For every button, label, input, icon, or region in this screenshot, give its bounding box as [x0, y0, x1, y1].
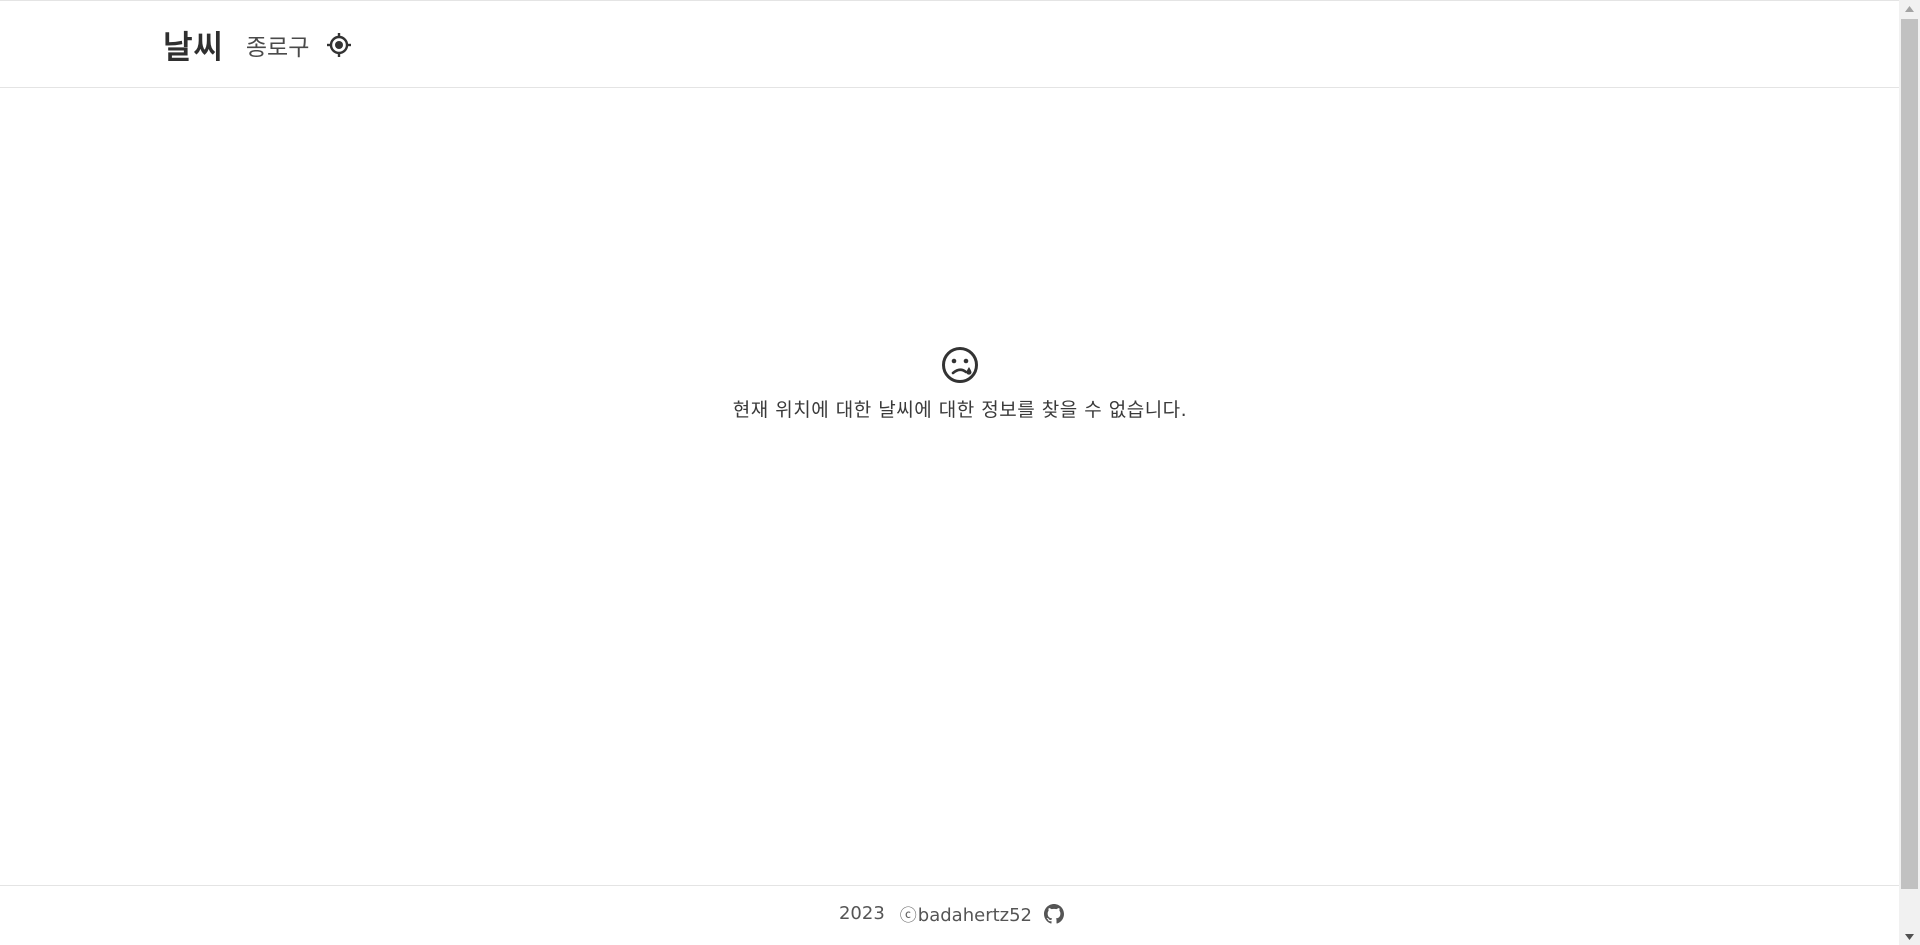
copyright-symbol: ⓒ — [899, 906, 917, 926]
triangle-up-icon — [1905, 5, 1914, 12]
footer-copyright: ⓒbadahertz52 — [900, 901, 1032, 926]
crosshair-location-icon — [327, 33, 352, 57]
locate-me-button[interactable] — [325, 31, 353, 59]
github-icon — [1044, 903, 1065, 924]
main-content — [0, 88, 1899, 885]
error-message-text: 현재 위치에 대한 날씨에 대한 정보를 찾을 수 없습니다. — [732, 399, 1188, 421]
scroll-down-button[interactable] — [1899, 928, 1920, 945]
app-header: 날씨 종로구 — [0, 0, 1899, 88]
app-footer: 2023 ⓒbadahertz52 — [0, 885, 1899, 945]
current-location-label: 종로구 — [245, 35, 310, 61]
sad-face-icon — [942, 347, 978, 383]
scroll-thumb[interactable] — [1901, 19, 1918, 889]
page: 날씨 종로구 현재 위치에 대한 날씨에 대한 정보를 찾을 수 없습니다. 2… — [0, 0, 1899, 945]
triangle-down-icon — [1905, 933, 1914, 940]
scroll-up-button[interactable] — [1899, 0, 1920, 17]
error-message-box: 현재 위치에 대한 날씨에 대한 정보를 찾을 수 없습니다. — [0, 345, 1920, 422]
header-content: 날씨 종로구 — [163, 1, 353, 89]
footer-author-name: badahertz52 — [917, 905, 1033, 926]
github-link[interactable] — [1044, 903, 1065, 924]
footer-year: 2023 — [838, 903, 885, 924]
vertical-scrollbar[interactable] — [1899, 0, 1920, 945]
app-title[interactable]: 날씨 — [163, 22, 224, 68]
